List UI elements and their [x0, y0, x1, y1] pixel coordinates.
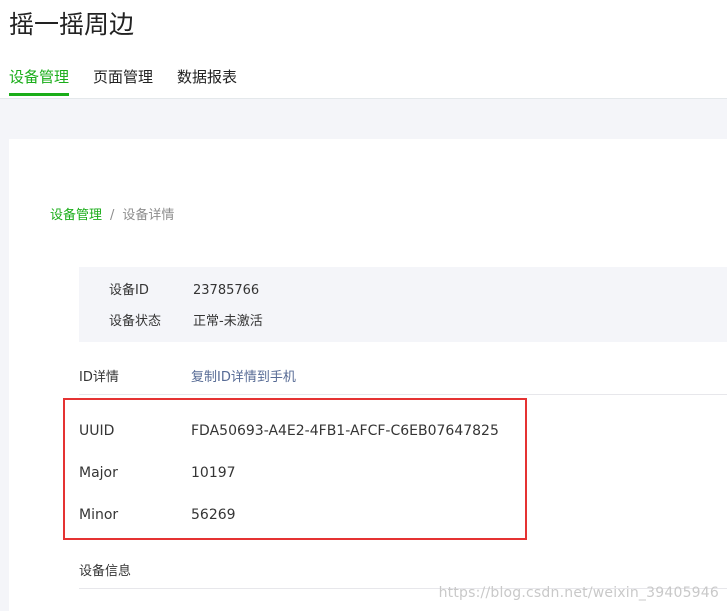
breadcrumb-device-management-link[interactable]: 设备管理 [50, 205, 102, 227]
tab-data-reports[interactable]: 数据报表 [177, 62, 237, 92]
device-id-label: 设备ID [109, 283, 149, 298]
breadcrumb-current: 设备详情 [122, 208, 175, 223]
device-status-row: 设备状态 正常-未激活 [109, 312, 263, 332]
device-summary-box: 设备ID 23785766 设备状态 正常-未激活 [79, 267, 727, 342]
copy-id-details-link[interactable]: 复制ID详情到手机 [191, 367, 296, 389]
app-title: 摇一摇周边 [9, 10, 135, 39]
main-tabs: 设备管理 页面管理 数据报表 [9, 62, 261, 96]
tab-device-management[interactable]: 设备管理 [9, 62, 70, 96]
breadcrumb-separator: / [110, 208, 115, 223]
device-id-value: 23785766 [193, 283, 260, 298]
device-status-value: 正常-未激活 [193, 314, 263, 329]
id-details-title: ID详情 [79, 370, 119, 385]
device-info-title: 设备信息 [79, 564, 132, 579]
device-id-row: 设备ID 23785766 [109, 281, 259, 301]
breadcrumb: 设备管理 / 设备详情 [50, 205, 174, 227]
watermark-text: https://blog.csdn.net/weixin_39405946 [438, 585, 719, 601]
highlight-annotation-box [63, 398, 527, 540]
id-details-divider [79, 394, 727, 395]
tab-page-management[interactable]: 页面管理 [93, 62, 153, 92]
device-status-label: 设备状态 [109, 314, 162, 329]
header-divider [0, 98, 727, 99]
